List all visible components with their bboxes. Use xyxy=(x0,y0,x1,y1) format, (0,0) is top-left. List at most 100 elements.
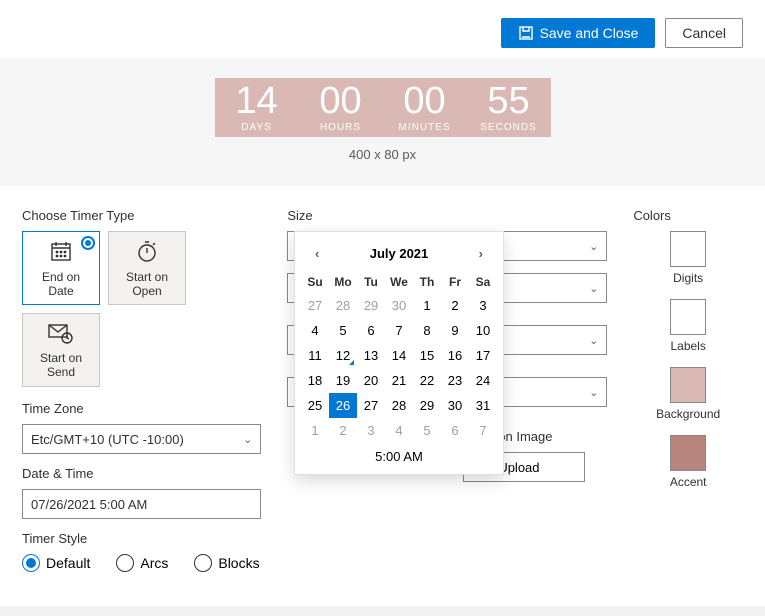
cancel-button[interactable]: Cancel xyxy=(665,18,743,48)
calendar-day[interactable]: 31 xyxy=(469,393,497,418)
calendar-day[interactable]: 2 xyxy=(441,293,469,318)
radio-selected-icon xyxy=(81,236,95,250)
timezone-label: Time Zone xyxy=(22,401,261,416)
chevron-down-icon: ⌄ xyxy=(589,334,598,347)
calendar-day[interactable]: 3 xyxy=(469,293,497,318)
color-swatch-labels[interactable] xyxy=(670,299,706,335)
colors-title: Colors xyxy=(633,208,743,223)
calendar-day[interactable]: 26 xyxy=(329,393,357,418)
timer-type-tiles: End onDate Start onOpen Start onSend xyxy=(22,231,261,387)
upload-label: Upload xyxy=(498,460,539,475)
timer-preview-area: 14DAYS00HOURS00MINUTES55SECONDS 400 x 80… xyxy=(0,58,765,186)
color-swatch-background[interactable] xyxy=(670,367,706,403)
timer-unit-label: SECONDS xyxy=(467,122,551,133)
calendar-month-title: July 2021 xyxy=(370,246,429,261)
calendar-day[interactable]: 8 xyxy=(413,318,441,343)
timer-segment: 14 DAYS xyxy=(215,82,299,133)
calendar-day[interactable]: 17 xyxy=(469,343,497,368)
timezone-select[interactable]: Etc/GMT+10 (UTC -10:00) ⌄ xyxy=(22,424,261,454)
timer-unit-label: DAYS xyxy=(215,122,299,133)
calendar-day[interactable]: 19 xyxy=(329,368,357,393)
calendar-day[interactable]: 15 xyxy=(413,343,441,368)
timer-segment: 55SECONDS xyxy=(467,82,551,133)
calendar-dow: Fr xyxy=(441,271,469,293)
radio-label: Arcs xyxy=(140,555,168,571)
timer-value: 14 xyxy=(215,82,299,120)
tile-label: Start onSend xyxy=(40,351,82,379)
calendar-day[interactable]: 13 xyxy=(357,343,385,368)
calendar-day[interactable]: 16 xyxy=(441,343,469,368)
radio-icon xyxy=(22,554,40,572)
calendar-day[interactable]: 5 xyxy=(329,318,357,343)
calendar-prev-button[interactable]: ‹ xyxy=(309,244,325,263)
calendar-day[interactable]: 21 xyxy=(385,368,413,393)
calendar-day: 30 xyxy=(385,293,413,318)
radio-label: Blocks xyxy=(218,555,259,571)
calendar-day: 2 xyxy=(329,418,357,443)
color-swatch-accent[interactable] xyxy=(670,435,706,471)
calendar-time[interactable]: 5:00 AM xyxy=(301,443,497,464)
tile-label: Start onOpen xyxy=(126,270,168,298)
calendar-day: 4 xyxy=(385,418,413,443)
save-icon xyxy=(518,25,534,41)
swatch-label: Labels xyxy=(633,339,743,353)
calendar-day[interactable]: 18 xyxy=(301,368,329,393)
timer-unit-label: MINUTES xyxy=(383,122,467,133)
timer-segment: 00MINUTES xyxy=(383,82,467,133)
calendar-day[interactable]: 12 xyxy=(329,343,357,368)
calendar-day[interactable]: 6 xyxy=(357,318,385,343)
radio-icon xyxy=(116,554,134,572)
timer-type-tile-mail-clock[interactable]: Start onSend xyxy=(22,313,100,387)
calendar-day: 29 xyxy=(357,293,385,318)
timer-unit-label: HOURS xyxy=(299,122,383,133)
timer-type-title: Choose Timer Type xyxy=(22,208,261,223)
calendar-day: 27 xyxy=(301,293,329,318)
chevron-down-icon: ⌄ xyxy=(243,433,252,446)
calendar-day[interactable]: 14 xyxy=(385,343,413,368)
radio-icon xyxy=(194,554,212,572)
calendar-day[interactable]: 10 xyxy=(469,318,497,343)
calendar-day[interactable]: 4 xyxy=(301,318,329,343)
calendar-day[interactable]: 28 xyxy=(385,393,413,418)
color-swatch-digits[interactable] xyxy=(670,231,706,267)
timer-style-radio-blocks[interactable]: Blocks xyxy=(194,554,259,572)
calendar-day[interactable]: 29 xyxy=(413,393,441,418)
calendar-day[interactable]: 23 xyxy=(441,368,469,393)
calendar-day[interactable]: 30 xyxy=(441,393,469,418)
calendar-day[interactable]: 20 xyxy=(357,368,385,393)
stopwatch-icon xyxy=(134,239,160,270)
preview-dimensions: 400 x 80 px xyxy=(0,147,765,162)
colors-column: Colors DigitsLabelsBackgroundAccent xyxy=(633,208,743,584)
save-and-close-button[interactable]: Save and Close xyxy=(501,18,656,48)
calendar-dow: Th xyxy=(413,271,441,293)
timer-style-radio-arcs[interactable]: Arcs xyxy=(116,554,168,572)
calendar-day[interactable]: 27 xyxy=(357,393,385,418)
chevron-down-icon: ⌄ xyxy=(589,282,598,295)
calendar-day[interactable]: 9 xyxy=(441,318,469,343)
timer-style-radios: Default Arcs Blocks xyxy=(22,554,261,572)
calendar-day: 5 xyxy=(413,418,441,443)
swatch-label: Digits xyxy=(633,271,743,285)
timer-type-tile-stopwatch[interactable]: Start onOpen xyxy=(108,231,186,305)
calendar-day: 3 xyxy=(357,418,385,443)
calendar-dow: Mo xyxy=(329,271,357,293)
calendar-day[interactable]: 22 xyxy=(413,368,441,393)
radio-label: Default xyxy=(46,555,90,571)
timer-type-tile-calendar[interactable]: End onDate xyxy=(22,231,100,305)
calendar-day[interactable]: 7 xyxy=(385,318,413,343)
chevron-down-icon: ⌄ xyxy=(589,386,598,399)
dialog-topbar: Save and Close Cancel xyxy=(0,0,765,58)
datetime-value: 07/26/2021 5:00 AM xyxy=(31,497,147,512)
calendar-day[interactable]: 11 xyxy=(301,343,329,368)
calendar-day[interactable]: 1 xyxy=(413,293,441,318)
timer-style-radio-default[interactable]: Default xyxy=(22,554,90,572)
swatch-label: Accent xyxy=(633,475,743,489)
calendar-grid: SuMoTuWeThFrSa27282930123456789101112131… xyxy=(301,271,497,443)
datetime-input[interactable]: 07/26/2021 5:00 AM xyxy=(22,489,261,519)
calendar-next-button[interactable]: › xyxy=(473,244,489,263)
calendar-day[interactable]: 25 xyxy=(301,393,329,418)
tile-label: End onDate xyxy=(42,270,80,298)
calendar-day[interactable]: 24 xyxy=(469,368,497,393)
calendar-dow: We xyxy=(385,271,413,293)
cancel-button-label: Cancel xyxy=(682,25,726,41)
